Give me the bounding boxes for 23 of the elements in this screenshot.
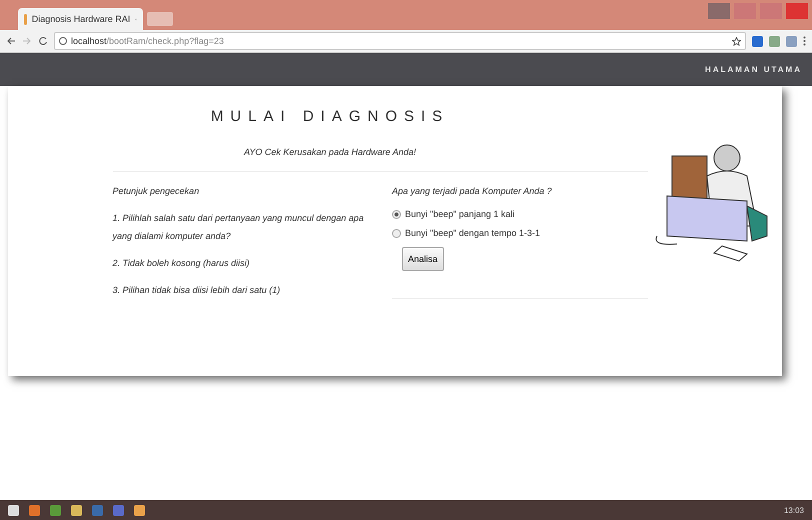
instruction-text: 3. Pilihan tidak bisa diisi lebih dari satu (1) [112,284,282,297]
reload-icon[interactable] [38,36,48,46]
forward-arrow-icon[interactable] [22,36,32,46]
analyze-button[interactable]: Analisa [402,247,444,271]
instructions-heading: Petunjuk pengecekan [112,185,200,198]
browser-tab[interactable]: Diagnosis Hardware RAI [18,8,143,30]
star-icon[interactable] [732,36,741,46]
page-subtitle: AYO Cek Kerusakan pada Hardware Anda! [244,147,416,157]
address-bar[interactable]: localhost/bootRam/check.php?flag=23 [54,32,746,50]
clock: 13:03 [784,506,804,514]
tab-title: Diagnosis Hardware RAI [32,14,130,24]
question-heading: Apa yang terjadi pada Komputer Anda ? [392,185,553,198]
menu-icon[interactable] [803,36,806,46]
radio-button[interactable] [392,228,401,238]
back-arrow-icon[interactable] [6,36,16,46]
option-label[interactable]: Bunyi "beep" panjang 1 kali [405,209,514,219]
page-title: MULAI DIAGNOSIS [210,108,450,125]
instruction-text: 2. Tidak boleh kosong (harus diisi) [112,257,250,270]
nav-link[interactable]: HALAMAN UTAMA [705,65,802,74]
option-label[interactable]: Bunyi "beep" dengan tempo 1-3-1 [405,228,540,238]
info-icon [59,37,67,45]
radio-button[interactable] [392,210,401,218]
instruction-text: 1. Pilihlah salah satu dari pertanyaan yang muncul dengan apa yang dialami komputer anda? [112,212,365,243]
